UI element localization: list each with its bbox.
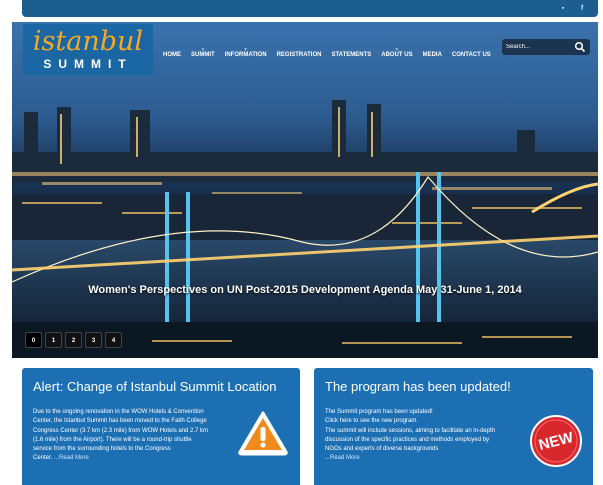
nav-item-about-us[interactable]: ▼ ABOUT US [376,47,417,61]
search-icon[interactable] [574,41,586,53]
slide-button-0[interactable]: 0 [25,332,42,348]
body-line: The Summit program has been updated! [325,409,433,415]
nav-label: CONTACT US [451,52,491,58]
chevron-down-icon: ▼ [200,47,206,53]
site-logo[interactable]: istanbul SUMMIT [23,24,153,75]
body-line: Click here to see the new program. [325,418,419,425]
body-line: Due to the ongoing renovation in the WOW… [33,409,204,415]
read-more-link[interactable]: ...Read More [54,455,89,461]
body-line-text: Center. [33,455,55,462]
nav-item-home[interactable]: HOME [158,49,186,61]
body-line: (1.6 mile) from the Airport). There will… [33,436,192,443]
main-nav: HOME ▼ SUMMIT ▼ INFORMATION REGISTRATION S… [158,47,496,61]
body-line: service from the surrounding hotels to t… [33,446,171,453]
rss-icon[interactable]: ▪ [558,4,568,13]
slide-button-1[interactable]: 1 [45,332,62,348]
nav-item-media[interactable]: MEDIA [418,49,447,61]
alert-card-body: Due to the ongoing renovation in the WOW… [33,408,248,464]
new-badge: NEW [529,414,583,468]
top-bar: ▪ f [22,0,598,17]
slide-button-2[interactable]: 2 [65,332,82,348]
body-line: Center. ...Read More [33,454,248,463]
body-line: The summit will include sessions, aiming… [325,427,496,434]
body-line: NGOs and experts of diverse backgrounds [325,446,439,453]
program-card[interactable]: The program has been updated! The Summit… [314,368,593,485]
logo-wordmark: istanbul [32,26,144,57]
hero-slider: istanbul SUMMIT HOME ▼ SUMMIT ▼ INFORMATIO… [12,22,598,358]
body-line: Congress Center (3.7 km (2.3 mile) from … [33,427,209,434]
search-box [502,39,590,55]
body-line: Center, the Istanbul Summit has been mov… [33,418,207,425]
chevron-down-icon: ▼ [394,47,400,53]
nav-item-statements[interactable]: STATEMENTS [326,49,376,61]
program-card-title[interactable]: The program has been updated! [325,379,511,394]
nav-label: MEDIA [422,52,442,58]
nav-item-summit[interactable]: ▼ SUMMIT [186,47,220,61]
read-more-link[interactable]: ...Read More [325,455,360,461]
nav-label: REGISTRATION [276,52,322,58]
program-card-body: The Summit program has been updated! Cli… [325,408,530,464]
alert-card-title[interactable]: Alert: Change of Istanbul Summit Locatio… [33,379,277,394]
slide-button-4[interactable]: 4 [105,332,122,348]
logo-subtitle: SUMMIT [43,57,133,71]
nav-label: HOME [163,52,181,58]
nav-item-information[interactable]: ▼ INFORMATION [220,47,272,61]
search-input[interactable] [506,41,570,53]
nav-label: STATEMENTS [331,52,372,58]
warning-icon [238,411,288,456]
nav-item-registration[interactable]: REGISTRATION [272,49,327,61]
slider-pager: 0 1 2 3 4 [25,332,122,348]
nav-item-contact-us[interactable]: CONTACT US [447,49,496,61]
facebook-icon[interactable]: f [577,4,587,13]
alert-card[interactable]: Alert: Change of Istanbul Summit Locatio… [22,368,300,485]
body-line: discussion of the specific practices and… [325,436,490,443]
slide-caption: Women's Perspectives on UN Post-2015 Dev… [88,284,522,296]
body-line: ...Read More [325,454,530,463]
chevron-down-icon: ▼ [243,47,249,53]
slide-button-3[interactable]: 3 [85,332,102,348]
